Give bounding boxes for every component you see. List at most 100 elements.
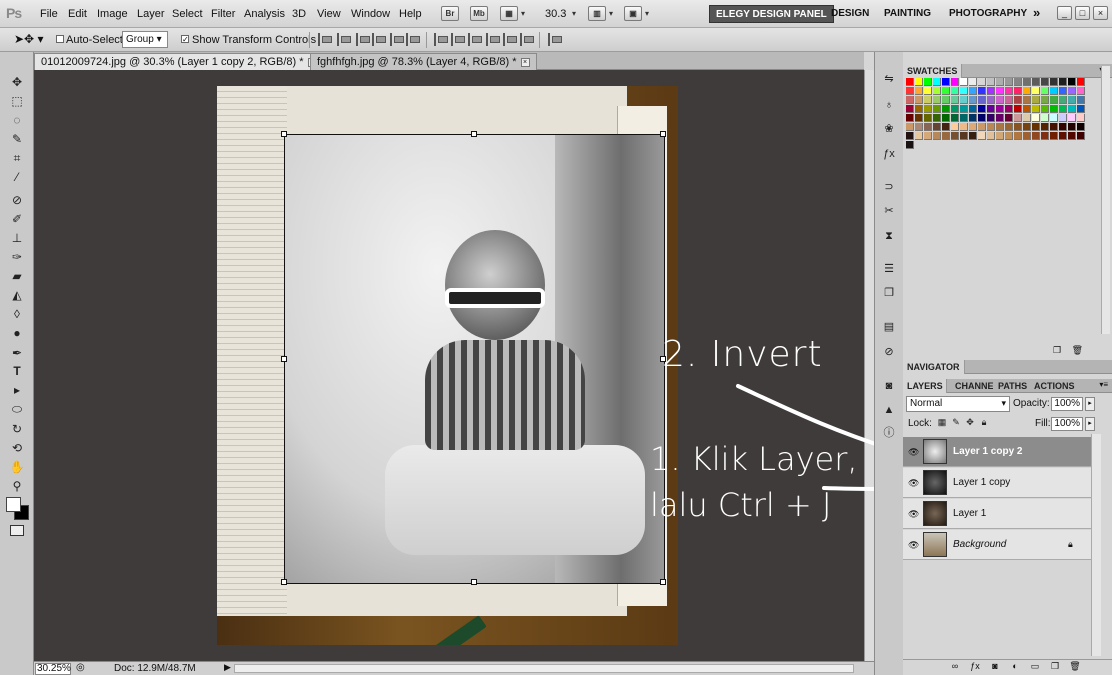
navigator-icon[interactable]: ◙ <box>881 379 897 394</box>
color-swatch[interactable] <box>996 123 1004 131</box>
color-swatch[interactable] <box>1032 78 1040 86</box>
clone-stamp-tool-icon[interactable]: ⊥ <box>8 230 26 246</box>
vertical-scrollbar[interactable] <box>864 70 874 661</box>
tab-layers[interactable]: LAYERS <box>903 379 947 393</box>
color-swatch[interactable] <box>942 96 950 104</box>
pen-tool-icon[interactable]: ✒ <box>8 345 26 361</box>
color-swatch[interactable] <box>951 132 959 140</box>
color-swatch[interactable] <box>951 96 959 104</box>
color-swatch[interactable] <box>915 132 923 140</box>
swatches-scrollbar[interactable] <box>1101 66 1110 334</box>
color-swatch[interactable] <box>924 105 932 113</box>
color-swatch[interactable] <box>996 87 1004 95</box>
menu-3d[interactable]: 3D <box>292 8 306 20</box>
color-swatch[interactable] <box>933 78 941 86</box>
color-swatch[interactable] <box>1059 132 1067 140</box>
tab-navigator[interactable]: NAVIGATOR <box>903 360 965 374</box>
color-swatch[interactable] <box>996 114 1004 122</box>
distribute-bottom-icon[interactable] <box>468 33 482 46</box>
color-swatch[interactable] <box>906 87 914 95</box>
color-swatch[interactable] <box>1005 123 1013 131</box>
restore-button[interactable]: □ <box>1075 6 1090 20</box>
color-swatch[interactable] <box>1077 123 1085 131</box>
color-swatch[interactable] <box>978 105 986 113</box>
chevron-down-icon[interactable]: ▾ <box>645 9 649 18</box>
color-swatch[interactable] <box>1068 96 1076 104</box>
color-swatch[interactable] <box>951 87 959 95</box>
color-swatch[interactable] <box>915 105 923 113</box>
color-swatch[interactable] <box>1014 123 1022 131</box>
quick-mask-icon[interactable] <box>10 525 24 536</box>
color-swatch[interactable] <box>1005 114 1013 122</box>
color-swatch[interactable] <box>1077 78 1085 86</box>
color-swatch[interactable] <box>969 78 977 86</box>
mini-bridge-icon[interactable]: Mb <box>470 6 488 21</box>
color-swatch[interactable] <box>1050 105 1058 113</box>
zoom-tool-icon[interactable]: ⚲ <box>8 478 26 494</box>
3d-orbit-tool-icon[interactable]: ⟲ <box>8 440 26 456</box>
color-swatch[interactable] <box>960 87 968 95</box>
auto-align-layers-icon[interactable] <box>548 33 562 46</box>
color-swatch[interactable] <box>1005 132 1013 140</box>
new-swatch-icon[interactable]: ❐ <box>1053 345 1061 355</box>
color-swatch[interactable] <box>1077 105 1085 113</box>
color-swatch[interactable] <box>996 105 1004 113</box>
color-swatch[interactable] <box>1032 114 1040 122</box>
type-tool-icon[interactable]: T <box>8 363 26 379</box>
path-selection-tool-icon[interactable]: ▸ <box>8 382 26 398</box>
color-swatch[interactable] <box>906 114 914 122</box>
layer-row-layer-1-copy-2[interactable]: 👁︎ Layer 1 copy 2 <box>903 437 1091 467</box>
3d-rotate-tool-icon[interactable]: ↻ <box>8 421 26 437</box>
status-info-icon[interactable]: ◎ <box>76 662 85 673</box>
color-swatch[interactable] <box>960 105 968 113</box>
color-swatch[interactable] <box>915 114 923 122</box>
color-swatch[interactable] <box>978 78 986 86</box>
color-swatch[interactable] <box>978 114 986 122</box>
transform-handle[interactable] <box>471 131 477 137</box>
transform-handle[interactable] <box>281 131 287 137</box>
color-swatch[interactable] <box>1014 132 1022 140</box>
color-swatch[interactable] <box>987 114 995 122</box>
align-vcenter-icon[interactable] <box>337 33 351 46</box>
tab-channels[interactable]: CHANNE <box>951 379 993 393</box>
color-swatch[interactable] <box>1014 87 1022 95</box>
delete-layer-icon[interactable]: 🗑︎ <box>1069 661 1081 672</box>
color-swatch[interactable] <box>1032 96 1040 104</box>
color-swatch[interactable] <box>987 96 995 104</box>
color-swatch[interactable] <box>1050 96 1058 104</box>
color-swatch[interactable] <box>996 132 1004 140</box>
color-swatch[interactable] <box>906 141 914 149</box>
move-tool-preset-icon[interactable]: ➤✥ ▾ <box>14 32 43 46</box>
color-swatch[interactable] <box>933 114 941 122</box>
tab-actions[interactable]: ACTIONS <box>1030 379 1076 393</box>
paint-bucket-tool-icon[interactable]: ◭ <box>8 287 26 303</box>
color-swatch[interactable] <box>915 87 923 95</box>
transform-bounding-box[interactable] <box>281 131 666 585</box>
color-swatch[interactable] <box>951 114 959 122</box>
color-swatch[interactable] <box>1050 87 1058 95</box>
color-swatch[interactable] <box>1041 87 1049 95</box>
color-swatch[interactable] <box>906 105 914 113</box>
color-swatch[interactable] <box>1041 114 1049 122</box>
color-swatch[interactable] <box>987 132 995 140</box>
color-swatch[interactable] <box>1041 105 1049 113</box>
auto-select-checkbox[interactable] <box>56 35 64 43</box>
color-swatch[interactable] <box>1050 114 1058 122</box>
menu-edit[interactable]: Edit <box>68 8 87 20</box>
transform-handle[interactable] <box>281 579 287 585</box>
delete-swatch-icon[interactable]: 🗑︎ <box>1072 345 1083 355</box>
color-swatch[interactable] <box>960 132 968 140</box>
arrange-documents-icon[interactable]: ▥ <box>588 6 606 21</box>
color-swatch[interactable] <box>1077 87 1085 95</box>
color-swatch[interactable] <box>933 123 941 131</box>
color-swatch[interactable] <box>960 114 968 122</box>
link-layers-icon[interactable]: ∞ <box>949 661 961 671</box>
align-top-icon[interactable] <box>318 33 332 46</box>
color-swatch[interactable] <box>924 87 932 95</box>
auto-select-dropdown[interactable]: Group ▾ <box>122 31 168 48</box>
color-swatch[interactable] <box>1014 96 1022 104</box>
color-swatch[interactable] <box>933 87 941 95</box>
crop-tool-icon[interactable]: ⌗ <box>8 150 26 166</box>
zoom-input[interactable]: 30.25% <box>35 663 71 675</box>
color-swatch[interactable] <box>978 132 986 140</box>
